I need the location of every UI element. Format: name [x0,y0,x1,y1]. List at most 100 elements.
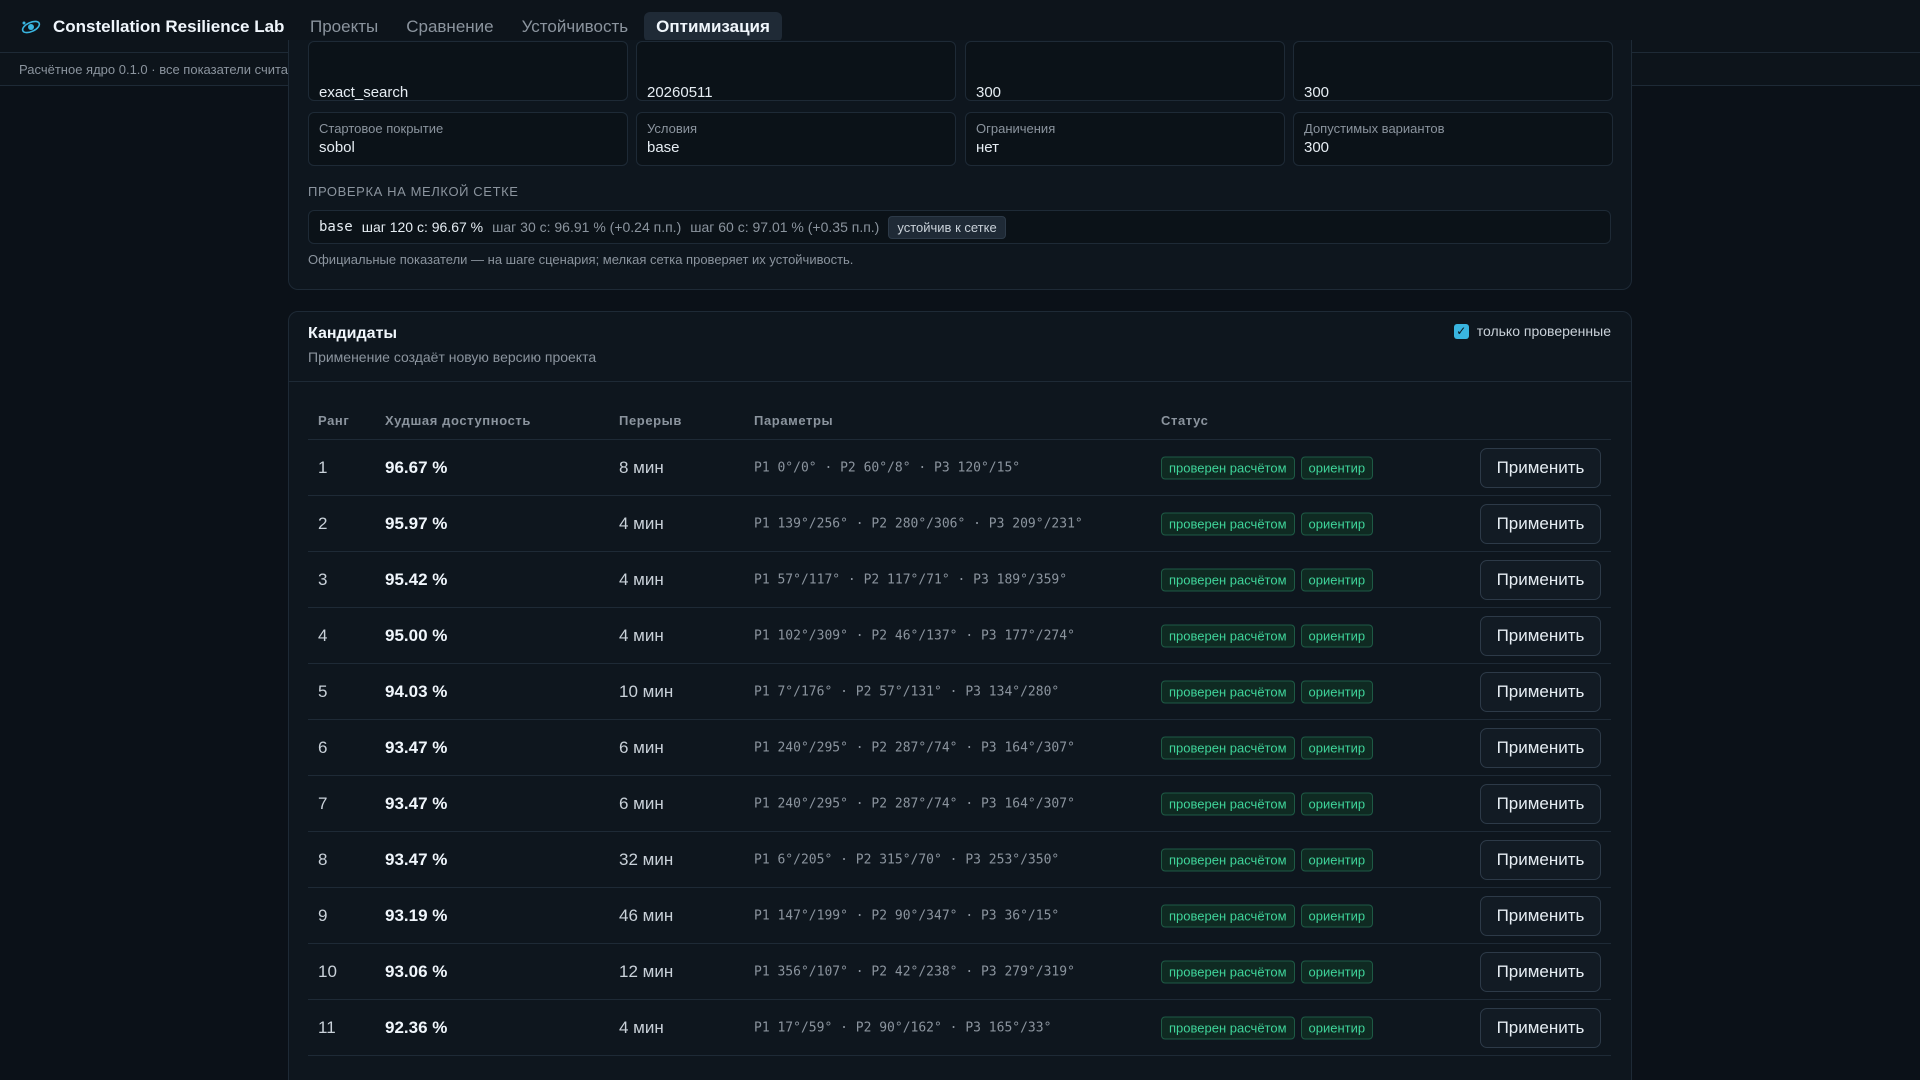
status-cell: проверен расчётом ориентир [1161,960,1374,983]
break-cell: 6 мин [619,793,664,813]
apply-button[interactable]: Применить [1480,671,1601,712]
rank-cell: 5 [318,681,328,701]
verified-badge: проверен расчётом [1161,960,1295,983]
status-cell: проверен расчётом ориентир [1161,568,1374,591]
apply-button[interactable]: Применить [1480,839,1601,880]
break-cell: 4 мин [619,513,664,533]
break-cell: 4 мин [619,625,664,645]
break-cell: 8 мин [619,457,664,477]
apply-button[interactable]: Применить [1480,559,1601,600]
grid-check-row: base шаг 120 с: 96.67 % шаг 30 с: 96.91 … [308,210,1611,244]
grid-check-main: шаг 120 с: 96.67 % [361,219,484,235]
apply-button[interactable]: Применить [1480,1007,1601,1048]
col-params[interactable]: Параметры [754,413,833,428]
grid-stable-badge: устойчив к сетке [888,215,1006,239]
availability-cell: 96.67 % [385,457,448,477]
params-cell: P1 6°/205° · P2 315°/70° · P3 253°/350° [754,852,1060,867]
col-status[interactable]: Статус [1161,413,1208,428]
col-break[interactable]: Перерыв [619,413,682,428]
verified-only-filter[interactable]: ✓ только проверенные [1453,323,1611,339]
params-cell: P1 7°/176° · P2 57°/131° · P3 134°/280° [754,684,1060,699]
verified-badge: проверен расчётом [1161,792,1295,815]
rank-cell: 7 [318,793,328,813]
table-row: 5 94.03 % 10 мин P1 7°/176° · P2 57°/131° ·… [308,664,1611,720]
status-cell: проверен расчётом ориентир [1161,848,1374,871]
params-cell: P1 102°/309° · P2 46°/137° · P3 177°/274… [754,628,1075,643]
rank-cell: 3 [318,569,328,589]
verified-badge: проверен расчётом [1161,456,1295,479]
grid-check-fine30: шаг 30 с: 96.91 % (+0.24 п.п.) [492,219,682,235]
verified-badge: проверен расчётом [1161,1016,1295,1039]
params-cell: P1 57°/117° · P2 117°/71° · P3 189°/359° [754,572,1068,587]
availability-cell: 94.03 % [385,681,448,701]
apply-button[interactable]: Применить [1480,503,1601,544]
params-cell: P1 147°/199° · P2 90°/347° · P3 36°/15° [754,908,1060,923]
main-nav: Проекты Сравнение Устойчивость Оптимизац… [298,12,782,42]
table-row: 10 93.06 % 12 мин P1 356°/107° · P2 42°/238… [308,944,1611,1000]
reference-badge: ориентир [1300,792,1374,815]
verified-badge: проверен расчётом [1161,624,1295,647]
availability-cell: 95.97 % [385,513,448,533]
rank-cell: 10 [318,961,337,981]
apply-button[interactable]: Применить [1480,783,1601,824]
verified-only-label: только проверенные [1476,323,1611,339]
status-cell: проверен расчётом ориентир [1161,1016,1374,1039]
reference-badge: ориентир [1300,680,1374,703]
allowed-variants-field: Допустимых вариантов 300 [1293,112,1613,166]
rank-cell: 1 [318,457,328,477]
checkbox-checked-icon[interactable]: ✓ [1453,323,1469,339]
params-cell: P1 139°/256° · P2 280°/306° · P3 209°/23… [754,516,1083,531]
table-row: 8 93.47 % 32 мин P1 6°/205° · P2 315°/70° ·… [308,832,1611,888]
nav-resilience[interactable]: Устойчивость [510,12,641,42]
table-row: 1 96.67 % 8 мин P1 0°/0° · P2 60°/8° · P3 1… [308,440,1611,496]
col-rank[interactable]: Ранг [318,413,349,428]
divider [289,381,1631,382]
reference-badge: ориентир [1300,568,1374,591]
apply-button[interactable]: Применить [1480,727,1601,768]
reference-badge: ориентир [1300,904,1374,927]
break-cell: 46 мин [619,905,674,925]
grid-check-title: Проверка на мелкой сетке [308,184,519,199]
nav-comparison[interactable]: Сравнение [394,12,505,42]
app-title: Constellation Resilience Lab [53,17,285,36]
nav-optimization[interactable]: Оптимизация [644,12,782,42]
grid-check-fine60: шаг 60 с: 97.01 % (+0.35 п.п.) [690,219,880,235]
reference-badge: ориентир [1300,1016,1374,1039]
table-row: 6 93.47 % 6 мин P1 240°/295° · P2 287°/74° … [308,720,1611,776]
rank-cell: 6 [318,737,328,757]
availability-cell: 93.06 % [385,961,448,981]
break-cell: 6 мин [619,737,664,757]
nav-projects[interactable]: Проекты [298,12,390,42]
rank-cell: 4 [318,625,328,645]
params-cell: P1 240°/295° · P2 287°/74° · P3 164°/307… [754,796,1075,811]
apply-button[interactable]: Применить [1480,615,1601,656]
reference-badge: ориентир [1300,960,1374,983]
status-cell: проверен расчётом ориентир [1161,624,1374,647]
verified-badge: проверен расчётом [1161,568,1295,591]
status-cell: проверен расчётом ориентир [1161,904,1374,927]
verified-badge: проверен расчётом [1161,904,1295,927]
reference-badge: ориентир [1300,624,1374,647]
availability-cell: 93.19 % [385,905,448,925]
params-cell: P1 0°/0° · P2 60°/8° · P3 120°/15° [754,460,1021,475]
apply-button[interactable]: Применить [1480,895,1601,936]
grid-check-note: Официальные показатели — на шаге сценари… [308,252,854,267]
params-cell: P1 240°/295° · P2 287°/74° · P3 164°/307… [754,740,1075,755]
table-row: 3 95.42 % 4 мин P1 57°/117° · P2 117°/71° ·… [308,552,1611,608]
availability-cell: 93.47 % [385,849,448,869]
apply-button[interactable]: Применить [1480,447,1601,488]
status-cell: проверен расчётом ориентир [1161,680,1374,703]
reference-badge: ориентир [1300,512,1374,535]
constellation-logo-icon [21,20,41,34]
rank-cell: 9 [318,905,328,925]
rank-cell: 2 [318,513,328,533]
table-row: 9 93.19 % 46 мин P1 147°/199° · P2 90°/347°… [308,888,1611,944]
col-worst-availability[interactable]: Худшая доступность [385,413,531,428]
break-cell: 4 мин [619,1017,664,1037]
status-cell: проверен расчётом ориентир [1161,512,1374,535]
apply-button[interactable]: Применить [1480,951,1601,992]
constraints-field: Ограничения нет [965,112,1285,166]
reference-badge: ориентир [1300,736,1374,759]
status-cell: проверен расчётом ориентир [1161,792,1374,815]
params-cell: P1 17°/59° · P2 90°/162° · P3 165°/33° [754,1020,1052,1035]
